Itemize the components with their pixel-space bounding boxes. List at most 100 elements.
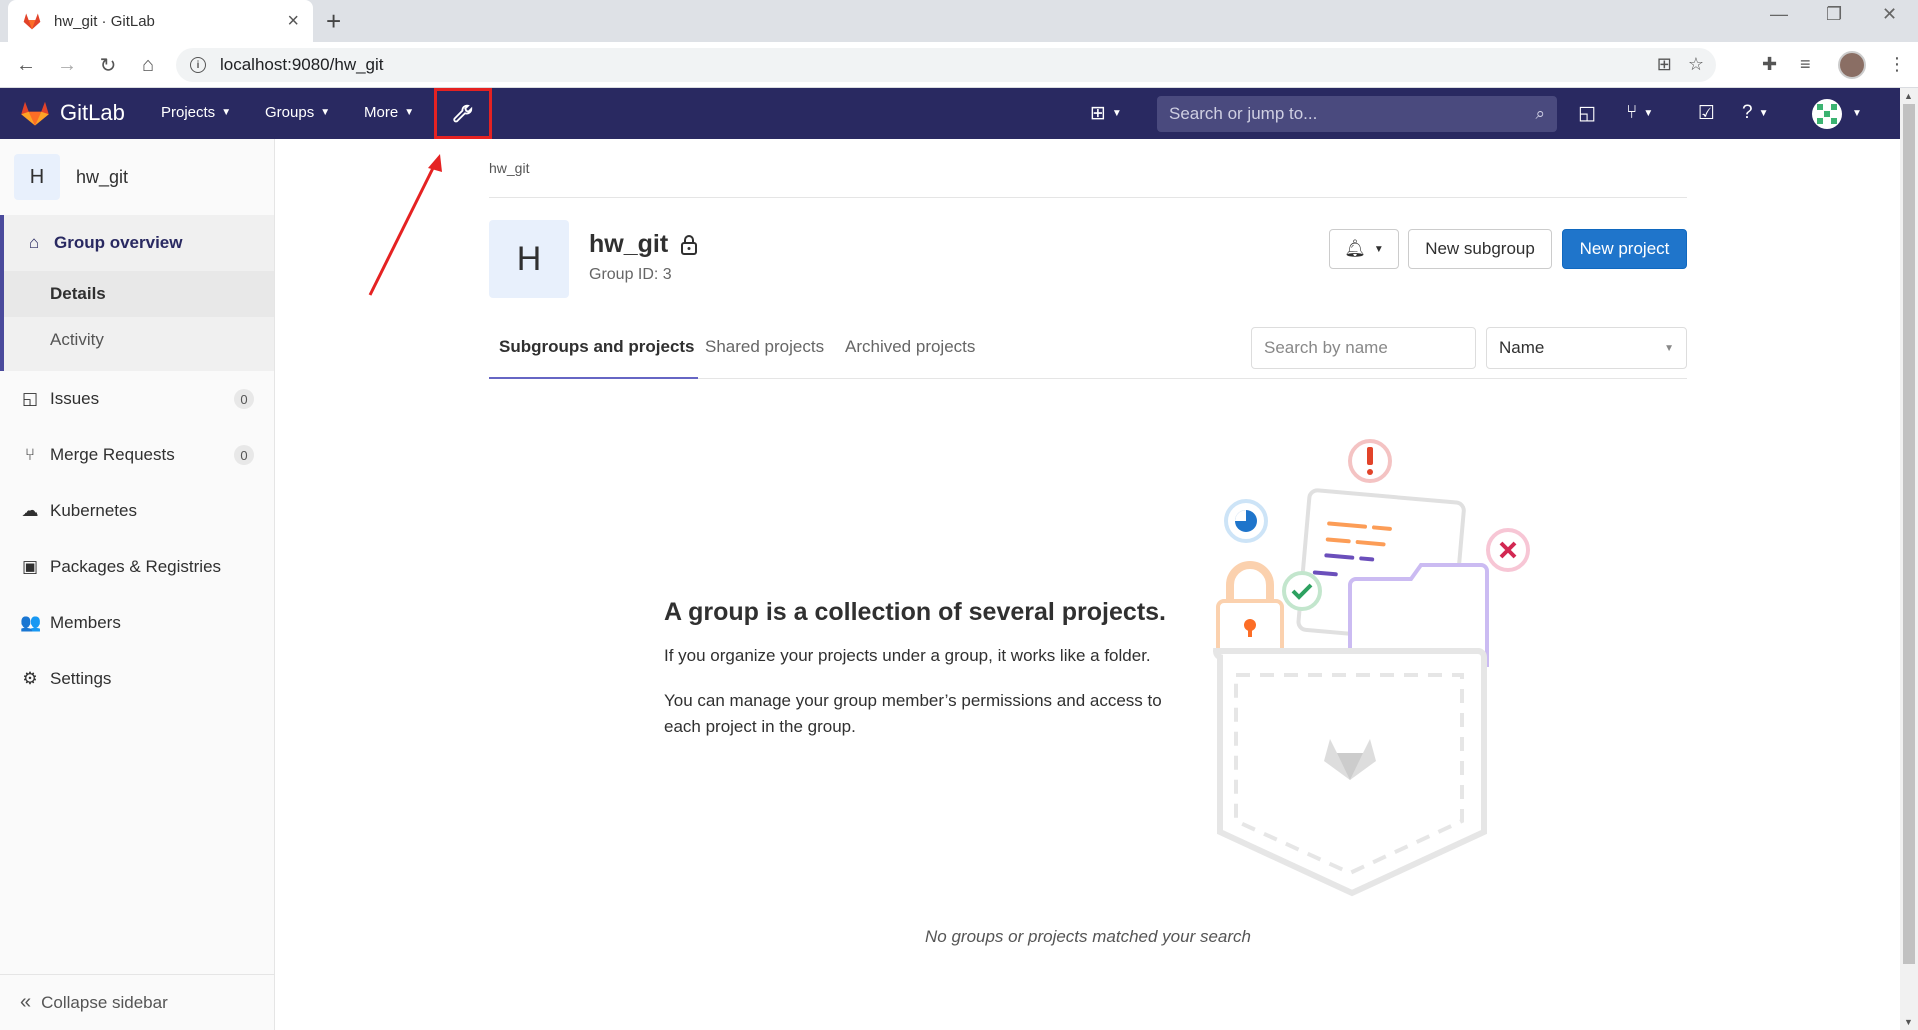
page-scrollbar[interactable]: ▲ ▼ [1900,88,1918,1030]
scroll-up-icon[interactable]: ▲ [1904,91,1913,101]
url-text: localhost:9080/hw_git [220,55,384,74]
sidebar-item-label: Merge Requests [50,445,175,464]
profile-avatar[interactable] [1838,51,1866,79]
address-bar[interactable]: i localhost:9080/hw_git ⊞ ☆ [176,48,1716,82]
group-title-text: hw_git [589,230,669,258]
gitlab-wordmark: GitLab [60,100,125,125]
browser-tab[interactable]: hw_git · GitLab × [8,0,313,42]
sidebar-item-label: Issues [50,389,100,408]
nav-more-label: More [364,104,399,121]
nav-groups[interactable]: Groups ▼ [265,104,330,121]
issues-icon[interactable]: ◱ [1578,102,1596,125]
tab-shared-projects[interactable]: Shared projects [705,337,824,357]
active-tab-underline [489,377,698,379]
user-avatar[interactable] [1812,99,1842,129]
sidebar-group-name: hw_git [76,166,129,187]
double-chevron-left-icon: « [20,991,32,1013]
lock-icon [681,234,698,255]
merge-request-icon: ⑂ [1626,102,1638,123]
search-by-name-field[interactable] [1251,327,1476,369]
sidebar-item-label: Kubernetes [50,501,137,520]
gitlab-home-link[interactable]: GitLab [20,99,125,127]
new-subgroup-button[interactable]: New subgroup [1408,229,1552,269]
sidebar-item-kubernetes[interactable]: ☁ Kubernetes [0,483,274,539]
bookmark-star-icon[interactable]: ☆ [1688,54,1704,75]
browser-menu-icon[interactable]: ⋮ [1888,54,1906,75]
sidebar-item-merge-requests[interactable]: ⑂ Merge Requests 0 [0,427,274,483]
bell-icon: 🔔︎ [1344,239,1366,258]
tab-close-icon[interactable]: × [287,10,299,33]
scroll-down-icon[interactable]: ▼ [1904,1017,1913,1027]
collapse-sidebar-button[interactable]: « Collapse sidebar [0,974,274,1030]
group-avatar: H [489,220,569,298]
sidebar-item-label: Packages & Registries [50,557,222,576]
merge-requests-count-badge: 0 [234,445,254,465]
chevron-down-icon: ▼ [1373,243,1384,255]
sidebar-item-issues[interactable]: ◱ Issues 0 [0,371,274,427]
breadcrumb[interactable]: hw_git [489,160,529,176]
browser-tab-strip: hw_git · GitLab × + — ❐ ✕ [0,0,1918,42]
new-project-button[interactable]: New project [1562,229,1687,269]
nav-projects[interactable]: Projects ▼ [161,104,231,121]
sidebar-item-settings[interactable]: ⚙ Settings [0,651,274,707]
tab-subgroups-and-projects[interactable]: Subgroups and projects [499,337,695,357]
sidebar-group-header[interactable]: H hw_git [0,139,274,215]
extensions-icon[interactable]: ✚ [1762,54,1777,75]
package-icon: ▣ [21,557,39,576]
members-icon: 👥 [20,613,42,632]
issues-count-badge: 0 [234,389,254,409]
chevron-down-icon: ▼ [1664,342,1674,354]
media-control-icon[interactable]: ≡ [1800,54,1811,75]
nav-more[interactable]: More ▼ [364,104,414,121]
global-search[interactable]: ⌕ [1157,96,1557,132]
todos-icon[interactable]: ☑ [1698,102,1715,125]
annotation-arrow [368,154,442,296]
help-dropdown[interactable]: ? ▼ [1742,102,1768,124]
sidebar-subitem-activity[interactable]: Activity [4,317,274,363]
sidebar-item-label: Group overview [54,233,183,252]
sidebar-item-packages[interactable]: ▣ Packages & Registries [0,539,274,595]
browser-toolbar: ← → ↻ ⌂ i localhost:9080/hw_git ⊞ ☆ ✚ ≡ … [0,42,1918,88]
search-by-name-input[interactable] [1264,338,1463,358]
issues-icon: ◱ [21,389,39,408]
home-icon[interactable]: ⌂ [134,51,162,79]
notification-settings-dropdown[interactable]: 🔔︎ ▼ [1329,229,1399,269]
chevron-down-icon[interactable]: ▼ [1852,108,1862,119]
sidebar-subitem-label: Details [50,284,106,303]
admin-area-button[interactable] [434,88,492,139]
gitlab-logo-icon [21,101,49,126]
sort-dropdown-value: Name [1499,338,1545,357]
sidebar-group-overview-section: ⌂ Group overview Details Activity [0,215,274,371]
back-icon[interactable]: ← [12,51,40,79]
wrench-icon [453,104,473,122]
sort-dropdown[interactable]: Name ▼ [1486,327,1687,369]
search-icon: ⌕ [1535,104,1545,123]
sidebar-item-label: Settings [50,669,112,688]
sidebar-item-members[interactable]: 👥 Members [0,595,274,651]
window-close-icon[interactable]: ✕ [1882,4,1897,25]
sidebar-subitem-label: Activity [50,330,104,349]
browser-tab-title: hw_git · GitLab [54,12,155,30]
new-tab-icon[interactable]: + [326,6,341,36]
merge-requests-dropdown[interactable]: ⑂ ▼ [1626,102,1653,124]
plus-square-icon: ⊞ [1090,103,1106,124]
empty-group-illustration [1213,439,1530,897]
merge-request-icon: ⑂ [24,445,36,464]
site-info-icon[interactable]: i [190,57,206,73]
tab-archived-projects[interactable]: Archived projects [845,337,975,357]
empty-state-title: A group is a collection of several proje… [664,598,1166,626]
reload-icon[interactable]: ↻ [94,51,122,79]
gitlab-top-bar: GitLab Projects▼ Groups▼ More▼ ⊞▼ ⌕ ◱ ⑂▼… [0,88,1900,139]
sidebar-subitem-details[interactable]: Details [4,271,274,317]
chevron-down-icon: ▼ [404,107,415,118]
translate-icon[interactable]: ⊞ [1657,54,1672,75]
global-search-input[interactable] [1169,104,1536,124]
scrollbar-thumb[interactable] [1903,104,1915,964]
empty-state-text-2: You can manage your group member’s permi… [664,691,1162,736]
minimize-icon[interactable]: — [1770,4,1788,25]
sidebar-item-group-overview[interactable]: ⌂ Group overview [4,215,274,271]
restore-icon[interactable]: ❐ [1826,4,1842,25]
forward-icon[interactable]: → [53,51,81,79]
chevron-down-icon: ▼ [1643,107,1654,119]
create-new-dropdown[interactable]: ⊞ ▼ [1090,102,1122,125]
